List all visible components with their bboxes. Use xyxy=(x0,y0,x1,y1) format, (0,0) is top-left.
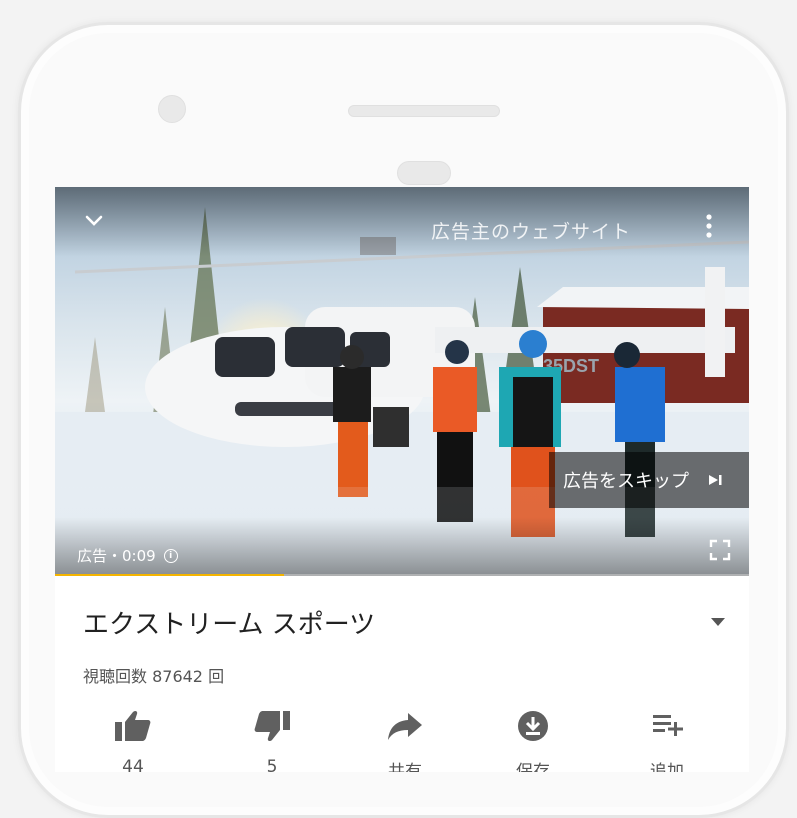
share-button[interactable]: 共有 xyxy=(360,709,450,772)
like-count: 44 xyxy=(122,757,144,772)
info-icon[interactable]: i xyxy=(163,548,178,563)
advertiser-website-link[interactable]: 広告主のウェブサイト xyxy=(431,217,631,244)
ad-progress-bar[interactable] xyxy=(55,574,749,576)
save-label: 保存 xyxy=(516,762,550,772)
ad-progress-fill xyxy=(55,574,285,576)
view-count: 視聴回数 87642 回 xyxy=(83,667,225,686)
thumbs-up-icon xyxy=(115,710,151,741)
ad-countdown-label: 広告・0:09 xyxy=(77,547,156,565)
expand-description-icon[interactable] xyxy=(711,618,725,626)
more-options-icon[interactable] xyxy=(705,213,713,239)
add-label: 追加 xyxy=(650,762,684,772)
skip-ad-label: 広告をスキップ xyxy=(563,471,689,492)
save-button[interactable]: 保存 xyxy=(488,709,578,772)
ad-info: 広告・0:09 i xyxy=(77,545,178,566)
fullscreen-icon[interactable] xyxy=(709,539,731,561)
video-title: エクストリーム スポーツ xyxy=(83,610,376,640)
share-label: 共有 xyxy=(388,762,422,772)
like-button[interactable]: 44 xyxy=(88,709,178,772)
earpiece-speaker xyxy=(348,105,500,117)
download-icon xyxy=(518,711,548,741)
skip-ad-button[interactable]: 広告をスキップ xyxy=(549,452,749,508)
proximity-sensor xyxy=(397,161,451,185)
action-bar: 44 5 共有 保存 追加 xyxy=(55,709,749,772)
dislike-count: 5 xyxy=(266,757,278,772)
add-to-playlist-icon xyxy=(653,715,683,736)
share-icon xyxy=(388,713,422,740)
skip-next-icon xyxy=(709,475,722,485)
add-to-playlist-button[interactable]: 追加 xyxy=(622,709,712,772)
chevron-down-icon[interactable] xyxy=(83,209,105,231)
screen: 35DST 広告主のウェブサイト 広告をスキップ 広告・0:09 i エクストリ… xyxy=(55,187,749,772)
video-player[interactable]: 35DST 広告主のウェブサイト 広告をスキップ 広告・0:09 i xyxy=(55,187,749,576)
top-gradient xyxy=(55,187,749,257)
front-camera xyxy=(158,95,186,123)
dislike-button[interactable]: 5 xyxy=(227,709,317,772)
thumbs-down-icon xyxy=(254,711,290,742)
